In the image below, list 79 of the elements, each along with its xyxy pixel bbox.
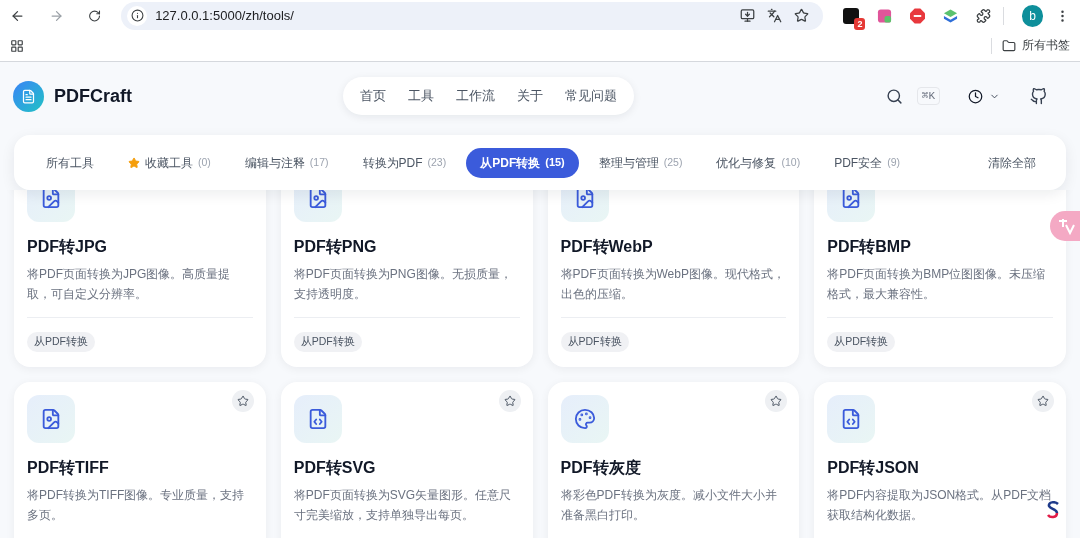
filter-tab[interactable]: 编辑与注释 (17) xyxy=(230,147,343,178)
info-icon[interactable] xyxy=(130,9,144,22)
tool-description: 将PDF内容提取为JSON格式。从PDF文档获取结构化数据。 xyxy=(827,487,1053,524)
tool-title: PDF转WebP xyxy=(560,237,654,257)
install-icon[interactable] xyxy=(740,8,756,23)
category-tag: 从PDF转换 xyxy=(27,332,95,352)
tool-card[interactable]: PDF转BMP 将PDF页面转换为BMP位图图像。未压缩格式，最大兼容性。 从PDF转换 xyxy=(814,190,1066,367)
tool-description: 将PDF页面转换为PNG图像。无损质量，支持透明度。 xyxy=(293,266,513,303)
tool-description: 将PDF转换为TIFF图像。专业质量，支持多页。 xyxy=(27,487,246,524)
image-file-icon xyxy=(40,408,62,430)
keyboard-shortcut: ⌘K xyxy=(916,86,940,106)
tool-card[interactable]: PDF转JPG 将PDF页面转换为JPG图像。高质量提取，可自定义分辨率。 从PDF转换 xyxy=(14,190,266,367)
github-icon[interactable] xyxy=(1030,87,1047,105)
category-tag: 从PDF转换 xyxy=(827,332,896,352)
favorite-button[interactable] xyxy=(765,390,788,412)
filter-tab[interactable]: 所有工具 xyxy=(32,147,108,178)
tool-title: PDF转JSON xyxy=(827,458,920,478)
tool-description: 将PDF页面转换为JPG图像。高质量提取，可自定义分辨率。 xyxy=(27,266,232,303)
site-logo[interactable]: PDFCraft xyxy=(54,82,132,110)
star-icon xyxy=(236,395,249,407)
tool-title: PDF转TIFF xyxy=(27,458,110,478)
star-icon xyxy=(503,395,516,407)
favorite-button[interactable] xyxy=(231,390,254,412)
s-logo-icon[interactable] xyxy=(1046,501,1060,519)
apps-icon[interactable] xyxy=(10,39,24,53)
reload-icon[interactable] xyxy=(88,8,102,23)
favorite-button[interactable] xyxy=(1032,390,1054,412)
address-bar[interactable]: 127.0.0.1:5000/zh/tools/ xyxy=(121,1,824,30)
notification-badge: 2 xyxy=(854,17,866,30)
translate-icon[interactable] xyxy=(767,8,783,23)
star-icon xyxy=(128,156,140,169)
tool-description: 将彩色PDF转换为灰度。减小文件大小并准备黑白打印。 xyxy=(560,487,778,524)
nav-link[interactable]: 常见问题 xyxy=(554,86,628,106)
nav-link[interactable]: 关于 xyxy=(506,86,554,106)
star-icon xyxy=(1037,395,1049,407)
profile-avatar[interactable]: b xyxy=(1022,4,1043,27)
tool-title: PDF转BMP xyxy=(827,237,912,257)
filter-tab[interactable]: 整理与管理 (25) xyxy=(584,147,697,178)
adblock-icon[interactable] xyxy=(910,7,926,24)
nav-link[interactable]: 工作流 xyxy=(445,86,506,106)
address-text: 127.0.0.1:5000/zh/tools/ xyxy=(155,6,294,25)
tool-title: PDF转灰度 xyxy=(560,458,642,478)
extension-icon[interactable] xyxy=(943,7,959,24)
tool-description: 将PDF页面转换为BMP位图图像。未压缩格式，最大兼容性。 xyxy=(827,266,1047,303)
filter-tab[interactable]: 收藏工具 (0) xyxy=(114,147,225,178)
category-tag: 从PDF转换 xyxy=(293,332,362,352)
nav-link[interactable]: 工具 xyxy=(397,86,445,106)
tool-card[interactable]: PDF转SVG 将PDF页面转换为SVG矢量图形。任意尺寸完美缩放，支持单独导出每页。 xyxy=(280,382,533,538)
tool-card[interactable]: PDF转JSON 将PDF内容提取为JSON格式。从PDF文档获取结构化数据。 xyxy=(814,382,1066,538)
palette-icon xyxy=(573,408,596,430)
document-icon xyxy=(21,88,36,104)
tool-card[interactable]: PDF转PNG 将PDF页面转换为PNG图像。无损质量，支持透明度。 从PDF转换 xyxy=(280,190,533,367)
filter-tab[interactable]: PDF安全 (9) xyxy=(820,147,914,178)
favorite-button[interactable] xyxy=(498,390,521,412)
filter-tab[interactable]: 从PDF转换 (15) xyxy=(466,147,579,178)
nav-link[interactable]: 首页 xyxy=(349,86,397,106)
history-button[interactable] xyxy=(968,88,1000,104)
tool-title: PDF转JPG xyxy=(27,237,108,257)
tool-title: PDF转SVG xyxy=(293,458,377,478)
search-icon[interactable] xyxy=(885,87,903,105)
logo-badge[interactable] xyxy=(13,80,44,112)
tool-title: PDF转PNG xyxy=(293,237,378,257)
category-tag: 从PDF转换 xyxy=(560,332,629,352)
tool-description: 将PDF页面转换为SVG矢量图形。任意尺寸完美缩放，支持单独导出每页。 xyxy=(293,487,513,524)
tool-card[interactable]: PDF转TIFF 将PDF转换为TIFF图像。专业质量，支持多页。 xyxy=(14,382,266,538)
extensions-icon[interactable] xyxy=(976,7,992,24)
image-file-icon xyxy=(40,190,62,209)
filter-tab[interactable]: 优化与修复 (10) xyxy=(702,147,815,178)
filter-tab[interactable]: 转换为PDF (23) xyxy=(348,147,461,178)
clear-all-button[interactable]: 清除全部 xyxy=(988,153,1036,172)
tool-card[interactable]: PDF转WebP 将PDF页面转换为WebP图像。现代格式，出色的压缩。 从PDF转换 xyxy=(547,190,800,367)
extension-icon[interactable] xyxy=(877,7,893,24)
bookmarks-folder[interactable]: 所有书签 xyxy=(1002,37,1070,55)
clock-icon xyxy=(968,88,983,104)
star-icon xyxy=(770,395,783,407)
bookmark-star-icon[interactable] xyxy=(794,8,810,23)
tool-card[interactable]: PDF转灰度 将彩色PDF转换为灰度。减小文件大小并准备黑白打印。 xyxy=(547,382,800,538)
tool-description: 将PDF页面转换为WebP图像。现代格式，出色的压缩。 xyxy=(560,266,786,303)
folder-icon xyxy=(1002,39,1016,53)
